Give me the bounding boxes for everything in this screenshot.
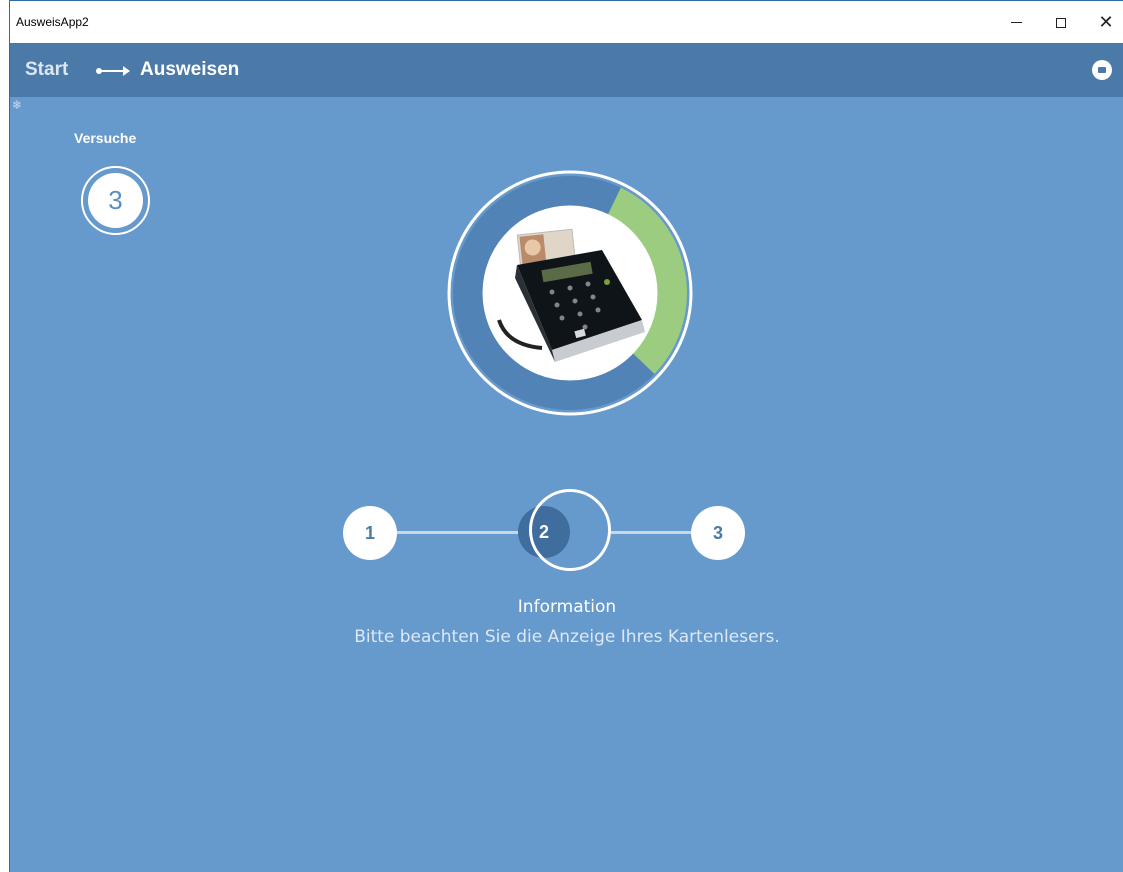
card-reader-progress bbox=[447, 170, 693, 416]
minimize-button[interactable] bbox=[994, 1, 1038, 44]
app-window: AusweisApp2 ✕ Start Ausweisen ❄ Versuche… bbox=[9, 0, 1123, 872]
main-content: ❄ Versuche 3 1 2 3 Information Bitte bea… bbox=[10, 97, 1123, 872]
step-2-active: 2 bbox=[518, 506, 570, 558]
step-1: 1 bbox=[343, 506, 397, 560]
navigation-header: Start Ausweisen bbox=[10, 43, 1123, 97]
attempts-counter: 3 bbox=[81, 166, 150, 235]
snowflake-icon: ❄ bbox=[12, 98, 23, 112]
window-title: AusweisApp2 bbox=[16, 15, 89, 29]
minimize-icon bbox=[1010, 22, 1022, 23]
maximize-button[interactable] bbox=[1039, 1, 1083, 44]
breadcrumb-arrow-icon bbox=[96, 66, 130, 76]
step-connector bbox=[396, 531, 534, 534]
maximize-icon bbox=[1056, 17, 1066, 28]
cancel-button[interactable] bbox=[1092, 60, 1112, 80]
breadcrumb-current: Ausweisen bbox=[140, 59, 240, 80]
step-connector bbox=[610, 531, 696, 534]
close-button[interactable]: ✕ bbox=[1084, 1, 1123, 44]
cancel-icon bbox=[1098, 67, 1106, 73]
active-step-ring bbox=[529, 489, 611, 571]
info-message: Bitte beachten Sie die Anzeige Ihres Kar… bbox=[354, 627, 780, 647]
attempts-value: 3 bbox=[88, 173, 143, 228]
step-3: 3 bbox=[691, 506, 745, 560]
info-title: Information bbox=[517, 597, 617, 617]
close-icon: ✕ bbox=[1098, 11, 1114, 33]
title-bar: AusweisApp2 ✕ bbox=[10, 0, 1123, 43]
attempts-label: Versuche bbox=[74, 130, 137, 146]
breadcrumb-start[interactable]: Start bbox=[25, 59, 68, 81]
